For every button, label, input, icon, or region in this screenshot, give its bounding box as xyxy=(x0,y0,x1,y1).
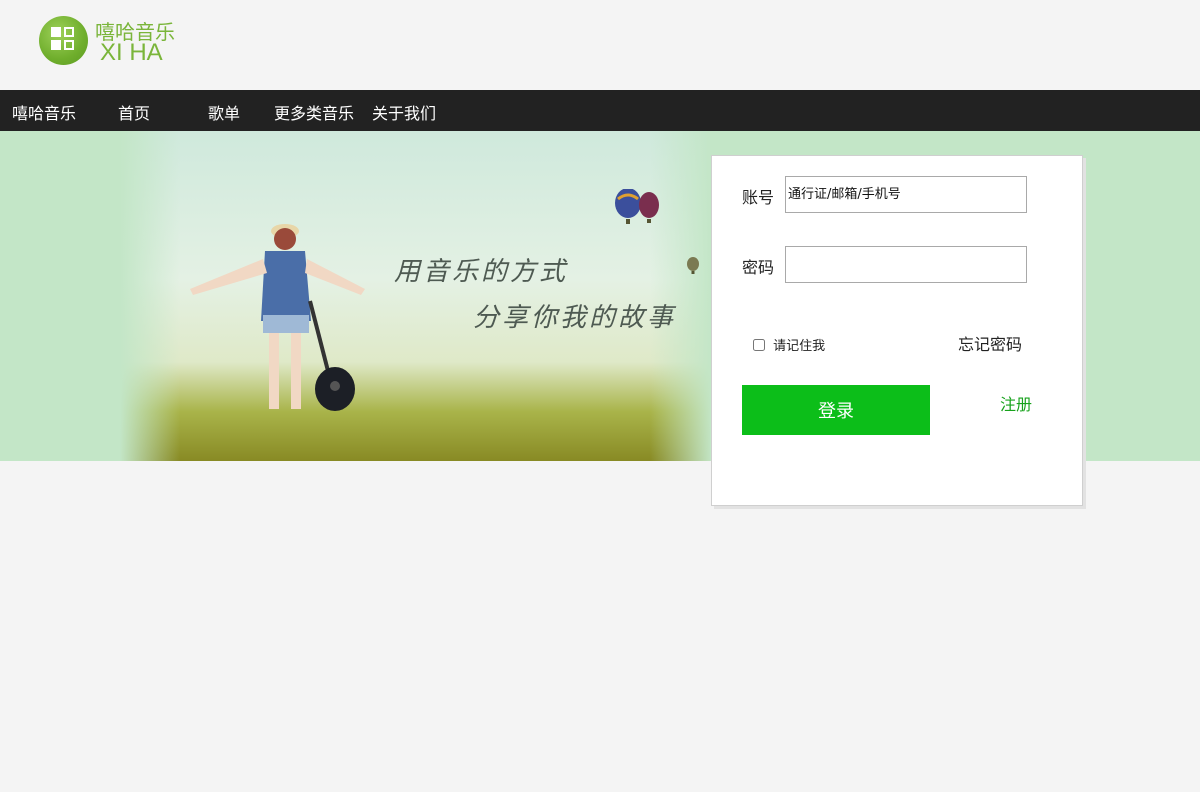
nav-brand[interactable]: 嘻哈音乐 xyxy=(12,100,76,124)
remember-me-checkbox[interactable] xyxy=(753,339,765,351)
register-link[interactable]: 注册 xyxy=(1000,391,1032,415)
password-label: 密码 xyxy=(742,258,775,277)
remember-me[interactable]: 请记住我 xyxy=(753,335,825,354)
nav-item-home[interactable]: 首页 xyxy=(118,100,150,124)
account-label: 账号 xyxy=(742,188,775,207)
remember-me-label: 请记住我 xyxy=(773,339,826,354)
login-panel: 账号 密码 请记住我 忘记密码 登录 注册 xyxy=(711,155,1083,506)
login-button[interactable]: 登录 xyxy=(742,385,930,435)
site-logo[interactable]: 嘻哈音乐 XI HA xyxy=(39,16,189,66)
hot-air-balloon-icon xyxy=(615,189,659,224)
site-header: 嘻哈音乐 XI HA xyxy=(0,0,1200,90)
nav-item-playlist[interactable]: 歌单 xyxy=(208,100,240,124)
girl-with-guitar-image xyxy=(190,224,365,411)
logo-name-en: XI HA xyxy=(100,39,163,66)
banner-slogan-line1: 用音乐的方式 xyxy=(394,257,569,287)
nav-item-more-music[interactable]: 更多类音乐 xyxy=(274,100,354,124)
password-input[interactable] xyxy=(785,246,1027,283)
forgot-password-link[interactable]: 忘记密码 xyxy=(958,331,1022,355)
banner-slogan-line2: 分享你我的故事 xyxy=(473,303,677,333)
account-input[interactable] xyxy=(785,176,1027,213)
main-nav: 嘻哈音乐 首页 歌单 更多类音乐 关于我们 xyxy=(0,90,1200,131)
hot-air-balloon-small-icon xyxy=(687,257,699,274)
nav-item-about[interactable]: 关于我们 xyxy=(372,100,436,124)
grid-logo-icon xyxy=(39,16,88,65)
